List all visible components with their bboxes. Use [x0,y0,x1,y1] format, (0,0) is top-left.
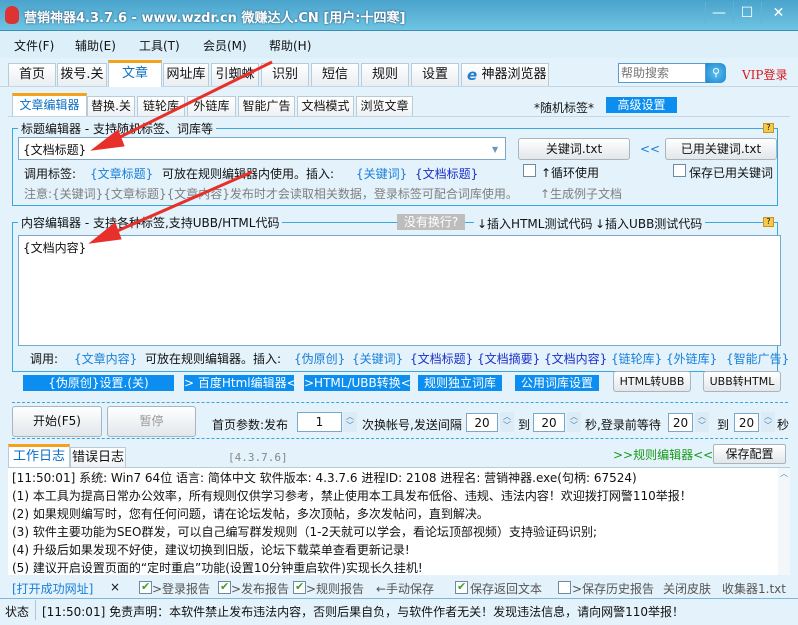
annotation-arrow [88,170,253,244]
annotation-arrow [90,60,273,151]
annotation-arrows [88,60,273,244]
